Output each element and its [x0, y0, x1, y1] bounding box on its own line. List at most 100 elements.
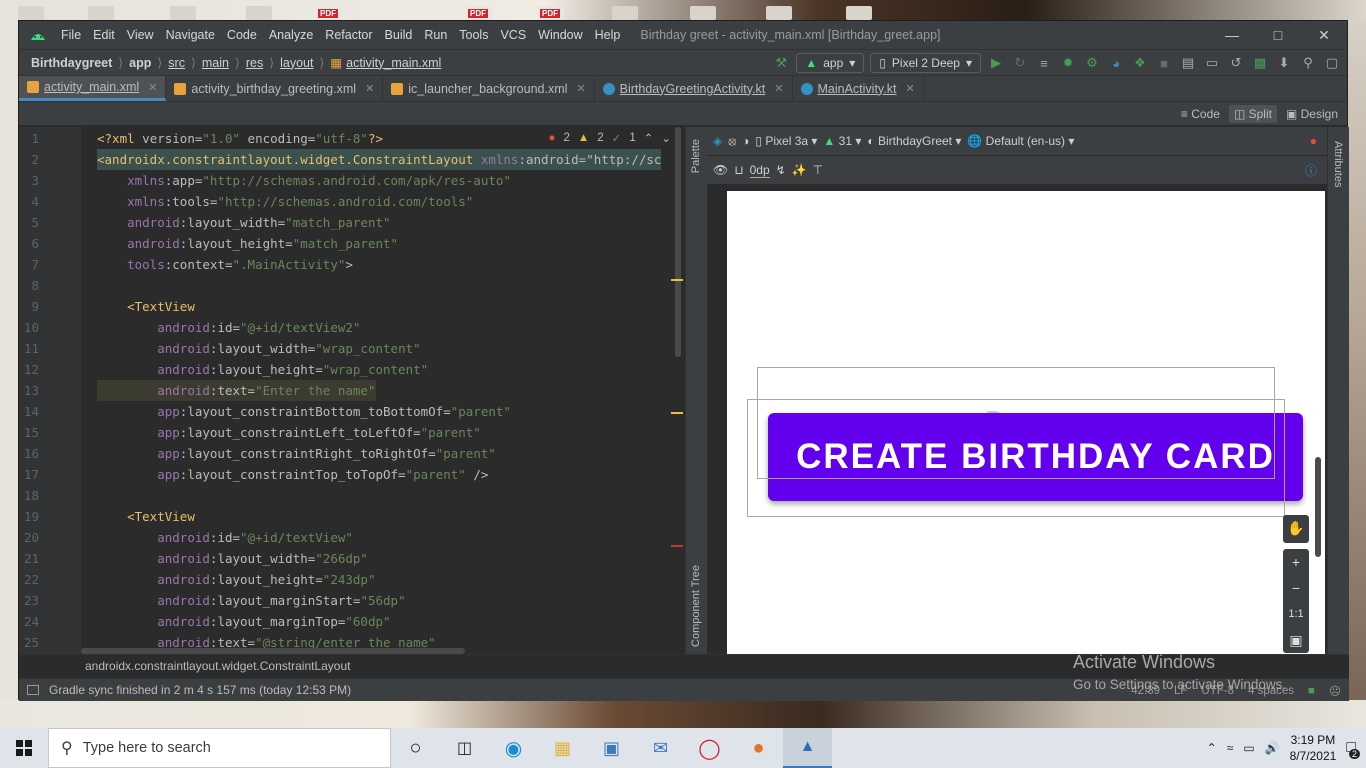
search-icon[interactable]: ⚲ — [1299, 54, 1317, 72]
code-line[interactable]: 6 android:layout_height="match_parent" — [19, 233, 685, 254]
device-manager-icon[interactable]: ▭ — [1203, 54, 1221, 72]
warning-marker[interactable] — [671, 412, 683, 414]
coverage-icon[interactable]: ⚙ — [1083, 54, 1101, 72]
clear-constraints-icon[interactable]: ↯ — [776, 163, 786, 177]
close-icon[interactable]: ✕ — [1301, 21, 1347, 49]
menu-navigate[interactable]: Navigate — [160, 28, 221, 42]
zoom-fit-icon[interactable]: ▣ — [1289, 627, 1302, 653]
close-tab-icon[interactable]: ✕ — [576, 82, 585, 95]
breadcrumb-layout[interactable]: layout — [280, 56, 313, 70]
zoom-out-icon[interactable]: − — [1292, 575, 1300, 601]
breadcrumb-res[interactable]: res — [246, 56, 263, 70]
desktop-icon[interactable] — [18, 6, 44, 20]
editor-vertical-scrollbar[interactable] — [673, 127, 685, 654]
project-structure-icon[interactable]: ▤ — [1179, 54, 1197, 72]
device-preview[interactable]: D CREATE BIRTHDAY CARD — [727, 191, 1325, 654]
android-studio-taskbar-icon[interactable]: ▲ — [783, 728, 832, 768]
code-line[interactable]: 21 android:layout_width="266dp" — [19, 548, 685, 569]
desktop-pdf-icon[interactable] — [538, 6, 564, 20]
tool-window-toggle-icon[interactable] — [27, 685, 39, 695]
night-mode-icon[interactable]: ◑ — [742, 134, 749, 148]
desktop-icon[interactable] — [246, 6, 272, 20]
stop-icon[interactable]: ■ — [1155, 54, 1173, 72]
minimize-icon[interactable]: — — [1209, 21, 1255, 49]
code-line[interactable]: 20 android:id="@+id/textView" — [19, 527, 685, 548]
code-line[interactable]: 5 android:layout_width="match_parent" — [19, 212, 685, 233]
problems-indicator[interactable]: ● 2 ▲ 2 ✓ 1 ⌃ ⌄ — [542, 127, 671, 149]
code-line[interactable]: 9 <TextView — [19, 296, 685, 317]
desktop-icon[interactable] — [88, 6, 114, 20]
code-line[interactable]: 24 android:layout_marginTop="60dp" — [19, 611, 685, 632]
code-line[interactable]: 17 app:layout_constraintTop_toTopOf="par… — [19, 464, 685, 485]
tab-activity-birthday-greeting[interactable]: activity_birthday_greeting.xml ✕ — [166, 76, 384, 101]
attach-debugger-icon[interactable]: ❖ — [1131, 54, 1149, 72]
locale-select[interactable]: 🌐 Default (en-us) ▾ — [967, 134, 1074, 148]
cortana-icon[interactable]: ○ — [391, 728, 440, 768]
file-explorer-icon[interactable]: ▦ — [538, 728, 587, 768]
infer-constraints-icon[interactable]: ✨ — [792, 163, 807, 177]
edge-icon[interactable]: ◉ — [489, 728, 538, 768]
tab-activity-main[interactable]: activity_main.xml ✕ — [19, 76, 167, 101]
code-line[interactable]: 12 android:layout_height="wrap_content" — [19, 359, 685, 380]
desktop-icon[interactable] — [766, 6, 792, 20]
taskbar-search[interactable]: ⚲ Type here to search — [48, 728, 391, 768]
zoom-actual-size[interactable]: 1:1 — [1288, 601, 1303, 627]
menu-code[interactable]: Code — [221, 28, 263, 42]
device-icon[interactable]: ▯ Pixel 3a ▾ — [755, 134, 817, 148]
firefox-icon[interactable]: ● — [734, 728, 783, 768]
feedback-icon[interactable]: ☹ — [1329, 684, 1341, 698]
start-button[interactable] — [0, 728, 48, 768]
close-tab-icon[interactable]: ✕ — [365, 82, 374, 95]
scroll-thumb[interactable] — [675, 127, 681, 357]
code-line[interactable]: 18 — [19, 485, 685, 506]
breadcrumb-project[interactable]: Birthdaygreet — [31, 56, 112, 70]
rerun-icon[interactable]: ↻ — [1011, 54, 1029, 72]
code-line[interactable]: 10 android:id="@+id/textView2" — [19, 317, 685, 338]
close-tab-icon[interactable]: ✕ — [148, 81, 157, 94]
run-icon[interactable]: ▶ — [987, 54, 1005, 72]
code-line[interactable]: 11 android:layout_width="wrap_content" — [19, 338, 685, 359]
menu-window[interactable]: Window — [532, 28, 588, 42]
debug-icon[interactable]: ✹ — [1059, 54, 1077, 72]
magnet-icon[interactable]: ⊔ — [734, 163, 743, 177]
hammer-icon[interactable]: ⚒ — [772, 54, 790, 72]
code-line[interactable]: 15 app:layout_constraintLeft_toLeftOf="p… — [19, 422, 685, 443]
close-tab-icon[interactable]: ✕ — [905, 82, 914, 95]
code-mode-button[interactable]: ≡ Code — [1176, 105, 1225, 123]
code-line[interactable]: 2 <androidx.constraintlayout.widget.Const… — [19, 149, 685, 170]
code-line[interactable]: 8 — [19, 275, 685, 296]
code-editor[interactable]: 1 <?xml version="1.0" encoding="utf-8"?> 2… — [19, 127, 685, 654]
apply-changes-icon[interactable]: ≡ — [1035, 54, 1053, 72]
desktop-pdf-icon[interactable] — [466, 6, 492, 20]
tab-ic-launcher-background[interactable]: ic_launcher_background.xml ✕ — [383, 76, 595, 101]
menu-build[interactable]: Build — [379, 28, 419, 42]
code-line[interactable]: 4 xmlns:tools="http://schemas.android.co… — [19, 191, 685, 212]
pan-tool[interactable]: ✋ — [1283, 515, 1309, 543]
warning-marker[interactable] — [671, 279, 683, 281]
chevron-up-icon[interactable]: ⌃ — [1207, 741, 1217, 755]
design-scrollbar[interactable] — [1315, 457, 1321, 557]
gradle-sync-icon[interactable]: ↺ — [1227, 54, 1245, 72]
close-tab-icon[interactable]: ✕ — [774, 82, 783, 95]
avd-manager-icon[interactable]: ▩ — [1251, 54, 1269, 72]
menu-run[interactable]: Run — [418, 28, 453, 42]
code-line[interactable]: 14 app:layout_constraintBottom_toBottomO… — [19, 401, 685, 422]
sdk-manager-icon[interactable]: ⬇ — [1275, 54, 1293, 72]
desktop-pdf-icon[interactable] — [316, 6, 342, 20]
code-line[interactable]: 16 app:layout_constraintRight_toRightOf=… — [19, 443, 685, 464]
tab-main-activity[interactable]: MainActivity.kt ✕ — [793, 76, 924, 101]
device-select[interactable]: ▯ Pixel 2 Deep ▾ — [870, 53, 981, 73]
task-view-icon[interactable]: ◫ — [440, 728, 489, 768]
orientation-icon[interactable]: ⦻ — [728, 134, 736, 149]
palette-tab[interactable]: Palette — [690, 139, 702, 173]
breadcrumb-module[interactable]: app — [129, 56, 151, 70]
desktop-icon[interactable] — [170, 6, 196, 20]
code-line[interactable]: 19 <TextView — [19, 506, 685, 527]
zoom-in-icon[interactable]: + — [1292, 549, 1300, 575]
menu-tools[interactable]: Tools — [453, 28, 494, 42]
menu-edit[interactable]: Edit — [87, 28, 121, 42]
hand-icon[interactable]: ✋ — [1287, 515, 1304, 541]
code-line[interactable]: 7 tools:context=".MainActivity"> — [19, 254, 685, 275]
api-level-icon[interactable]: ▲ 31 ▾ — [823, 134, 861, 148]
layers-icon[interactable]: ◈ — [713, 134, 722, 148]
